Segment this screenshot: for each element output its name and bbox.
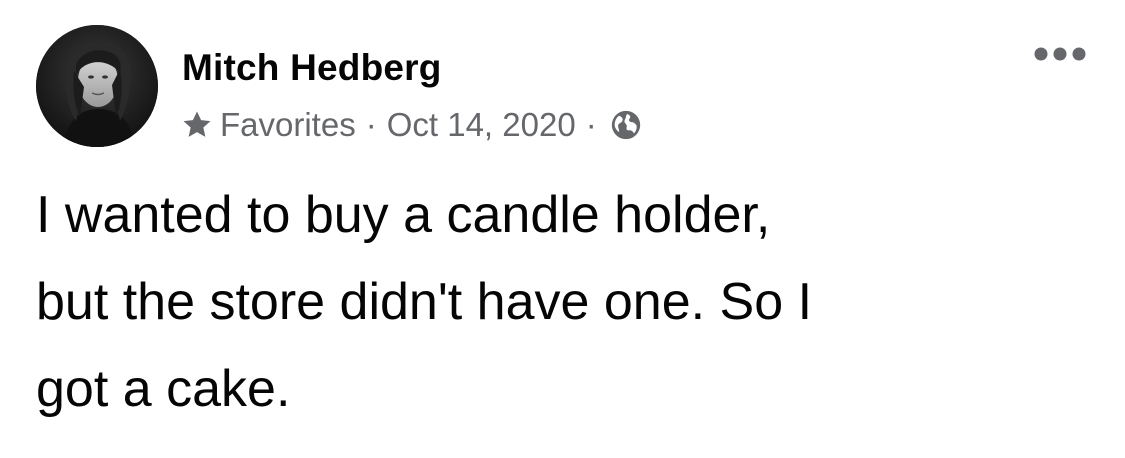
post-card: Mitch Hedberg Favorites · Oct 14, 2020 ·… bbox=[0, 0, 1125, 458]
audience-label[interactable]: Favorites bbox=[220, 106, 356, 144]
star-icon bbox=[183, 111, 211, 137]
post-date[interactable]: Oct 14, 2020 bbox=[387, 106, 576, 144]
meta-separator: · bbox=[365, 106, 377, 143]
author-name[interactable]: Mitch Hedberg bbox=[182, 44, 442, 92]
post-meta: Favorites · Oct 14, 2020 · bbox=[180, 103, 643, 147]
post-body-text: I wanted to buy a candle holder, but the… bbox=[36, 186, 813, 418]
meta-separator: · bbox=[585, 106, 597, 143]
more-options-icon[interactable] bbox=[1033, 44, 1087, 64]
globe-icon[interactable] bbox=[609, 108, 643, 142]
avatar[interactable] bbox=[36, 25, 158, 147]
